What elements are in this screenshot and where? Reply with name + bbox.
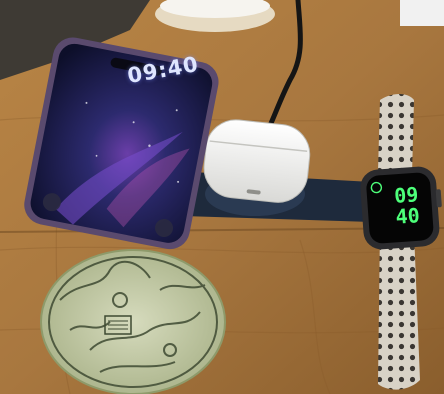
airpods-case — [203, 119, 311, 203]
watch-minutes: 40 — [394, 203, 421, 229]
photo-frame: 09:40 09 40 — [0, 0, 444, 394]
watch-clock: 09 40 — [379, 182, 436, 229]
ceramic-coaster — [40, 249, 226, 394]
white-object — [400, 0, 444, 26]
scene — [0, 0, 444, 394]
